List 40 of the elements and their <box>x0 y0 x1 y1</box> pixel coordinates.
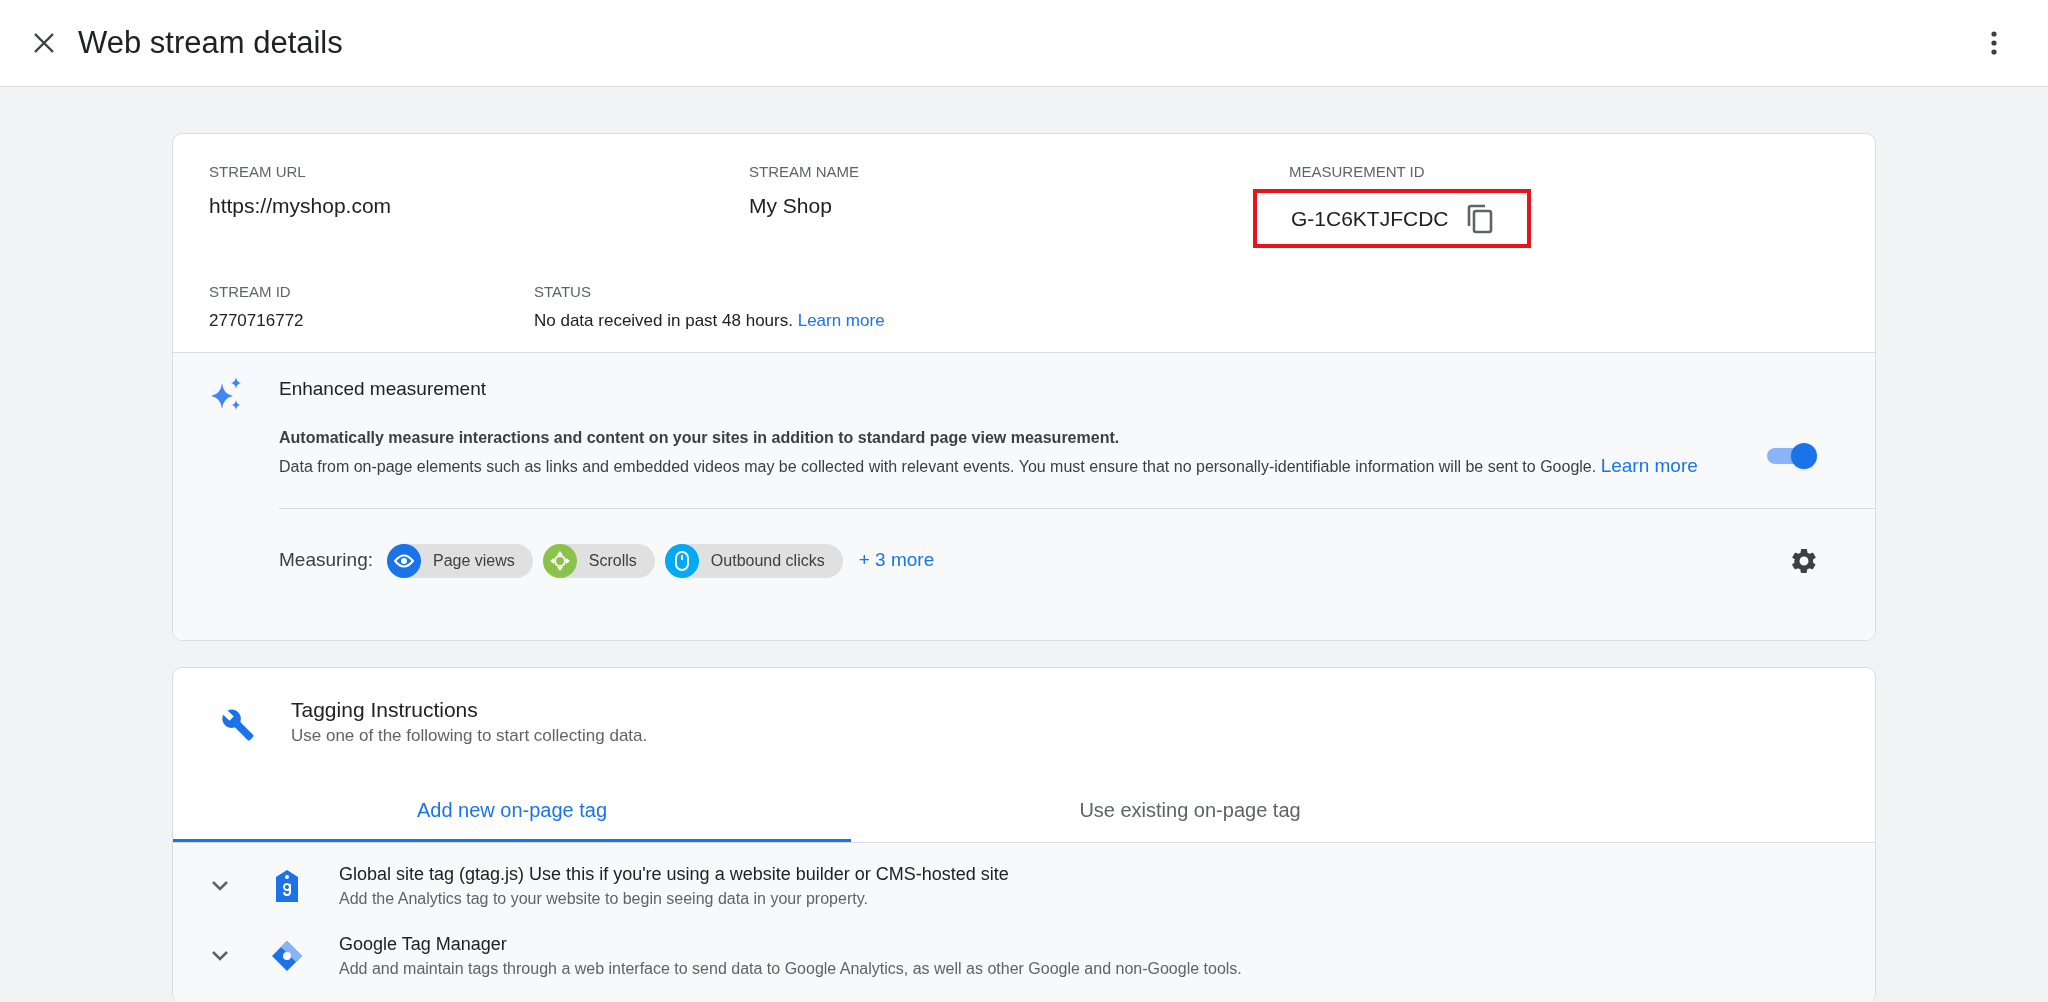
tab[interactable]: Use existing on-page tag <box>851 781 1529 842</box>
measuring-chip: Page views <box>387 543 533 578</box>
description-text: Data from on-page elements such as links and embedded videos may be collected with relevant events. You must ensure that no personally-identifiable information will be sent to Google. <box>279 458 1597 475</box>
option-note: Use this if you're using a website builder or CMS-hosted site <box>529 864 1009 884</box>
measuring-chip: Outbound clicks <box>664 543 843 578</box>
copy-button[interactable] <box>1466 203 1493 234</box>
tag-icon <box>276 870 298 902</box>
status-text: No data received in past 48 hours. <box>534 311 793 330</box>
page-title: Web stream details <box>78 23 343 62</box>
more-link[interactable]: + 3 more <box>858 546 935 575</box>
field-label: MEASUREMENT ID <box>1289 162 1426 182</box>
measuring-label: Measuring: <box>279 548 373 573</box>
field-value: 2770716772 <box>209 310 305 332</box>
learn-more-link[interactable]: Learn more <box>797 311 885 330</box>
field-label: STATUS <box>534 282 592 302</box>
close-icon <box>33 32 55 54</box>
field-value: G-1C6KTJFCDC <box>1291 205 1449 232</box>
option-description: Add and maintain tags through a web interface to send data to Google Analytics, as well as other Google and non-Google tools. <box>339 959 1242 979</box>
chevron-icon <box>211 950 229 962</box>
learn-more-link[interactable]: Learn more <box>1600 455 1698 476</box>
option-title: Global site tag (gtag.js) <box>339 864 525 884</box>
section-title: Tagging Instructions <box>291 697 479 723</box>
field-label: STREAM NAME <box>749 162 860 182</box>
measuring-chip: Scrolls <box>542 543 655 578</box>
copy-icon <box>1466 203 1493 234</box>
wrench-icon <box>221 708 255 742</box>
field-value: My Shop <box>749 193 832 219</box>
section-subtitle: Use one of the following to start collecting data. <box>291 725 648 747</box>
sparkle-icon <box>209 377 243 411</box>
option-title: Google Tag Manager <box>339 934 507 954</box>
option-description: Add the Analytics tag to your website to begin seeing data in your property. <box>339 889 869 909</box>
diamond-icon <box>270 939 304 973</box>
field-label: STREAM ID <box>209 282 292 302</box>
chevron-icon <box>211 880 229 892</box>
toggle-switch[interactable] <box>1765 441 1817 471</box>
field-value: https://myshop.com <box>209 193 392 219</box>
field-label: STREAM URL <box>209 162 307 182</box>
section-title: Enhanced measurement <box>279 377 487 401</box>
more-vertical-icon <box>1991 31 1997 55</box>
summary-text: Automatically measure interactions and content on your sites in addition to standard page view measurement. <box>279 428 1121 448</box>
